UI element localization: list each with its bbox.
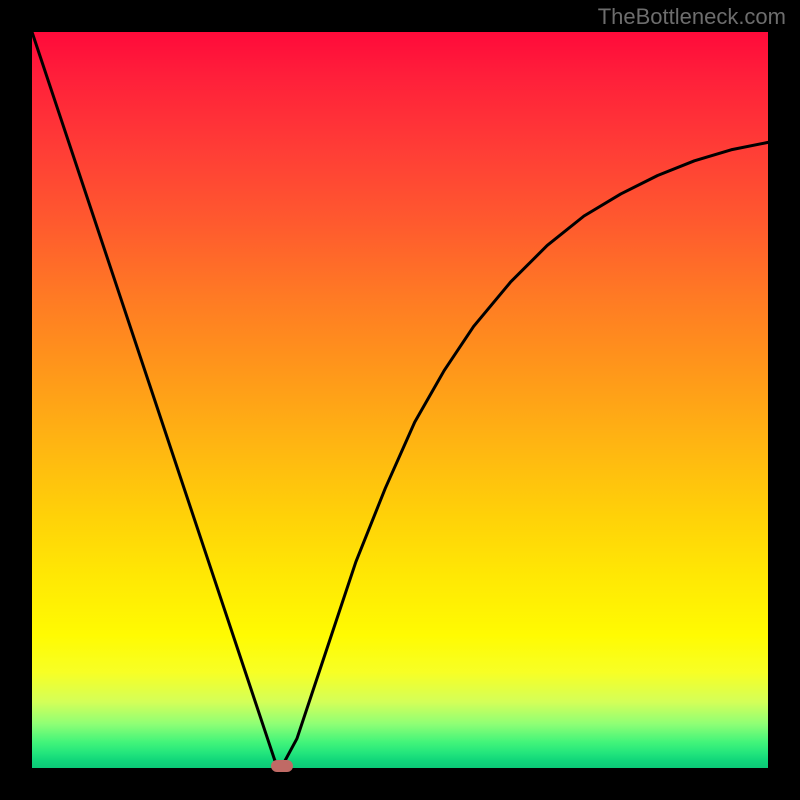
- watermark-text: TheBottleneck.com: [598, 4, 786, 30]
- chart-frame: TheBottleneck.com: [0, 0, 800, 800]
- optimal-point-marker: [271, 760, 293, 772]
- bottleneck-curve: [32, 32, 768, 768]
- plot-area: [32, 32, 768, 768]
